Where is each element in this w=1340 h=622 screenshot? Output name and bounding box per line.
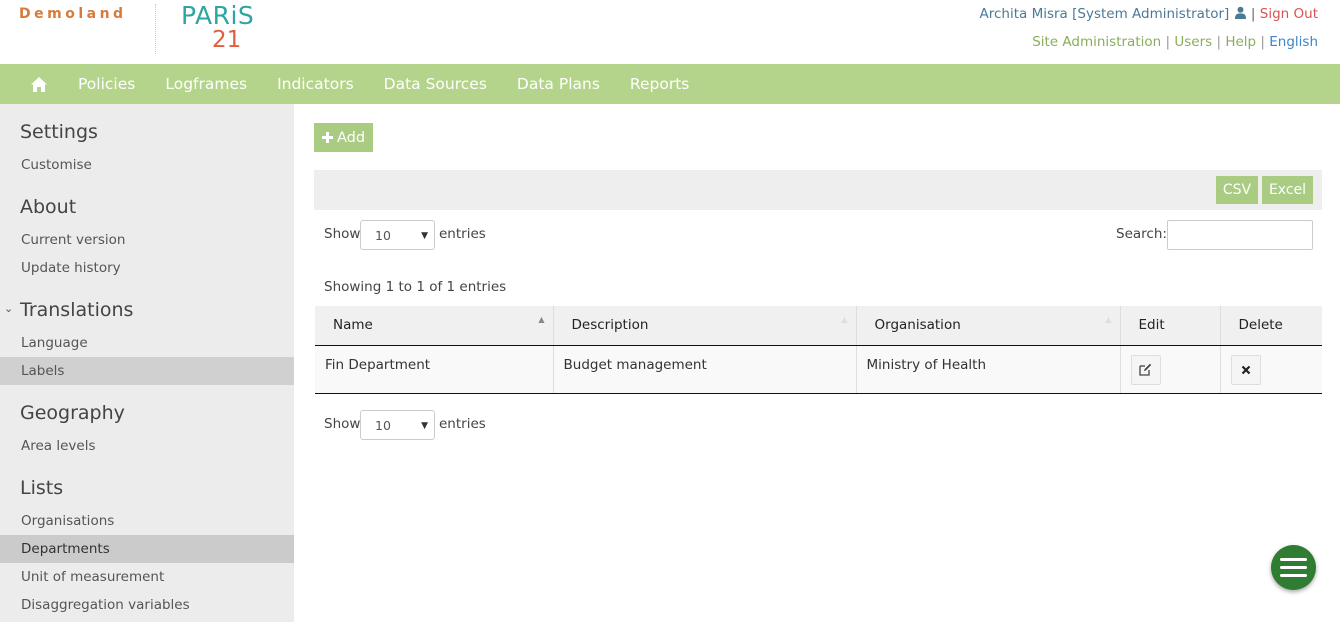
export-toolbar: CSV Excel xyxy=(314,170,1322,210)
user-name-link[interactable]: Archita Misra [System Administrator] xyxy=(980,6,1230,22)
page-length-value: 10 xyxy=(375,418,391,433)
cell-description: Budget management xyxy=(553,345,857,394)
sidebar-item-customise[interactable]: Customise xyxy=(0,151,294,179)
page-length-value: 10 xyxy=(375,228,391,243)
nav-data-sources[interactable]: Data Sources xyxy=(384,75,487,93)
add-button[interactable]: Add xyxy=(314,123,373,152)
separator: | xyxy=(1216,34,1222,50)
nav-policies[interactable]: Policies xyxy=(78,75,135,93)
column-delete-label: Delete xyxy=(1238,317,1283,334)
sidebar-item-current-version[interactable]: Current version xyxy=(0,226,294,254)
close-icon xyxy=(1241,365,1250,374)
departments-table: Name ▲ Description ▲ Organisation ▲ Edit De… xyxy=(315,306,1322,394)
users-link[interactable]: Users xyxy=(1174,34,1212,50)
separator: | xyxy=(1260,34,1265,50)
cell-delete xyxy=(1220,345,1322,394)
language-link[interactable]: English xyxy=(1269,34,1318,50)
excel-button[interactable]: Excel xyxy=(1262,176,1313,204)
column-organisation-label: Organisation xyxy=(874,317,961,334)
header-divider xyxy=(155,4,156,54)
separator: | xyxy=(1165,34,1171,50)
column-header-organisation[interactable]: Organisation ▲ xyxy=(856,306,1121,346)
sidebar-item-disaggregation-variables[interactable]: Disaggregation variables xyxy=(0,591,294,619)
header: Demoland PARiS 21 Archita Misra [System … xyxy=(0,0,1340,64)
nav-indicators[interactable]: Indicators xyxy=(277,75,354,93)
sidebar-heading-settings: Settings xyxy=(20,121,98,143)
search-input[interactable] xyxy=(1167,220,1313,250)
page-length-select-bottom[interactable]: 10 ▼ xyxy=(360,410,435,440)
plus-icon xyxy=(321,132,333,143)
column-header-edit: Edit xyxy=(1120,306,1221,346)
add-button-label: Add xyxy=(336,129,366,146)
sidebar-heading-lists: Lists xyxy=(20,477,64,499)
nav-data-plans[interactable]: Data Plans xyxy=(517,75,600,93)
brand-name[interactable]: Demoland xyxy=(19,6,127,22)
logo-bottom-text: 21 xyxy=(212,27,242,53)
sidebar-item-unit-of-measurement[interactable]: Unit of measurement xyxy=(0,563,294,591)
table-info: Showing 1 to 1 of 1 entries xyxy=(324,279,507,295)
column-name-label: Name xyxy=(333,317,373,334)
edit-button[interactable] xyxy=(1130,354,1161,385)
table-row: Fin Department Budget management Ministr… xyxy=(315,345,1322,394)
sidebar-heading-geography: Geography xyxy=(20,402,125,424)
sidebar-heading-about: About xyxy=(20,196,77,218)
sidebar-heading-translations[interactable]: Translations xyxy=(20,299,133,321)
entries-label: entries xyxy=(439,226,486,242)
menu-fab-button[interactable] xyxy=(1271,545,1316,590)
sort-icon: ▲ xyxy=(841,315,848,324)
user-icon[interactable] xyxy=(1234,6,1247,23)
main-nav: Policies Logframes Indicators Data Sourc… xyxy=(0,64,1340,104)
cell-organisation: Ministry of Health xyxy=(856,345,1121,394)
caret-down-icon: ▼ xyxy=(421,421,428,431)
caret-down-icon: ▼ xyxy=(421,231,428,241)
hamburger-icon-bar xyxy=(1280,558,1307,561)
chevron-down-icon[interactable]: ⌄ xyxy=(4,302,13,315)
home-button[interactable] xyxy=(0,64,78,104)
show-label: Show xyxy=(324,226,361,242)
paris21-logo[interactable]: PARiS 21 xyxy=(181,1,255,53)
show-label-bottom: Show xyxy=(324,416,361,432)
column-header-delete: Delete xyxy=(1220,306,1322,346)
delete-button[interactable] xyxy=(1230,354,1261,385)
sidebar-item-update-history[interactable]: Update history xyxy=(0,254,294,282)
nav-logframes[interactable]: Logframes xyxy=(165,75,247,93)
help-link[interactable]: Help xyxy=(1225,34,1256,50)
sidebar-item-area-levels[interactable]: Area levels xyxy=(0,432,294,460)
separator: | xyxy=(1250,6,1256,22)
hamburger-icon-bar xyxy=(1280,566,1307,569)
sort-icon: ▲ xyxy=(1105,315,1112,324)
site-administration-link[interactable]: Site Administration xyxy=(1032,34,1161,50)
column-header-description[interactable]: Description ▲ xyxy=(553,306,857,346)
sidebar-item-departments[interactable]: Departments xyxy=(0,535,294,563)
csv-button[interactable]: CSV xyxy=(1216,176,1258,204)
entries-label-bottom: entries xyxy=(439,416,486,432)
logo-top-text: PARiS xyxy=(181,1,255,30)
home-icon xyxy=(31,76,47,92)
sign-out-link[interactable]: Sign Out xyxy=(1260,6,1318,22)
admin-links: Site Administration | Users | Help | Eng… xyxy=(1032,34,1318,50)
cell-name: Fin Department xyxy=(315,345,554,394)
column-edit-label: Edit xyxy=(1138,317,1165,334)
hamburger-icon-bar xyxy=(1280,574,1307,577)
search-label: Search: xyxy=(1116,226,1167,242)
page-length-select[interactable]: 10 ▼ xyxy=(360,220,435,250)
column-description-label: Description xyxy=(571,317,649,334)
nav-reports[interactable]: Reports xyxy=(630,75,689,93)
table-header-row: Name ▲ Description ▲ Organisation ▲ Edit De… xyxy=(315,306,1322,346)
sidebar-item-language[interactable]: Language xyxy=(0,329,294,357)
sidebar-item-organisations[interactable]: Organisations xyxy=(0,507,294,535)
sidebar-item-labels[interactable]: Labels xyxy=(0,357,294,385)
edit-icon xyxy=(1139,363,1152,376)
sidebar: Settings Customise About Current version… xyxy=(0,104,294,622)
sort-asc-icon: ▲ xyxy=(538,315,545,324)
column-header-name[interactable]: Name ▲ xyxy=(315,306,554,346)
user-bar: Archita Misra [System Administrator] | S… xyxy=(980,6,1319,23)
cell-edit xyxy=(1120,345,1221,394)
